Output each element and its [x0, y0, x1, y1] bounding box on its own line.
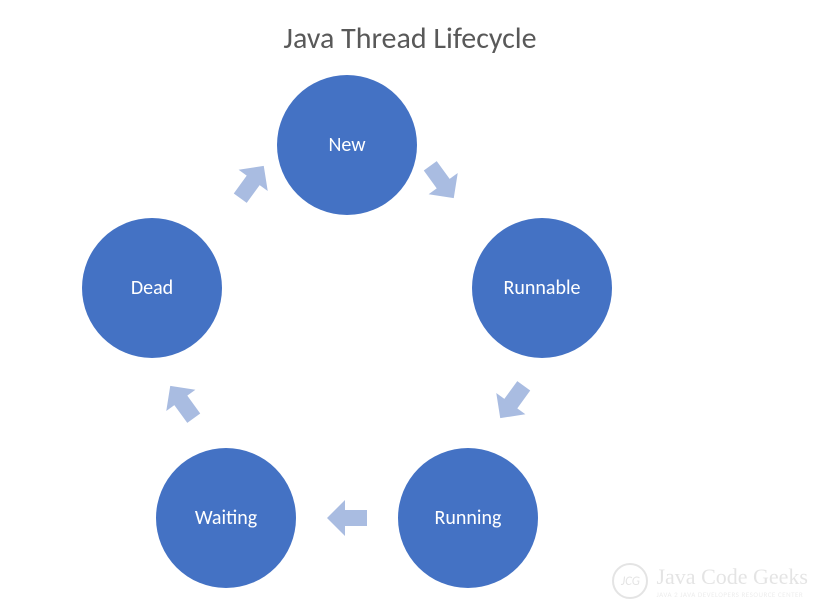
node-dead: Dead: [82, 218, 222, 358]
lifecycle-diagram: New Runnable Running Waiting Dead: [0, 60, 820, 600]
watermark-sub: JAVA 2 JAVA DEVELOPERS RESOURCE CENTER: [656, 590, 808, 599]
arrow-new-to-runnable: [411, 151, 472, 212]
watermark-logo: JCG: [612, 563, 648, 599]
watermark-text: Java Code Geeks JAVA 2 JAVA DEVELOPERS R…: [656, 564, 808, 599]
node-label: New: [328, 133, 365, 157]
arrow-dead-to-new: [221, 151, 282, 212]
node-label: Running: [435, 506, 502, 530]
node-label: Dead: [131, 276, 173, 300]
node-new: New: [277, 75, 417, 215]
node-running: Running: [398, 448, 538, 588]
watermark-main: Java Code Geeks: [656, 564, 808, 590]
node-label: Runnable: [503, 276, 580, 300]
arrow-waiting-to-dead: [151, 371, 212, 432]
arrow-running-to-waiting: [325, 496, 369, 540]
node-runnable: Runnable: [472, 218, 612, 358]
watermark: JCG Java Code Geeks JAVA 2 JAVA DEVELOPE…: [612, 563, 808, 599]
node-waiting: Waiting: [156, 448, 296, 588]
diagram-title: Java Thread Lifecycle: [283, 20, 536, 57]
arrow-runnable-to-running: [481, 371, 542, 432]
node-label: Waiting: [195, 506, 257, 530]
